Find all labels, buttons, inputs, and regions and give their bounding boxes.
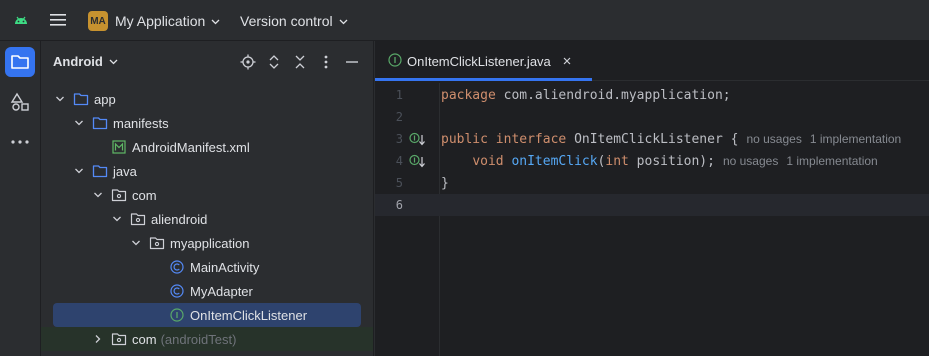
chevron-down-icon[interactable] [55, 94, 65, 104]
project-badge: MA [88, 11, 108, 31]
chevron-down-icon[interactable] [74, 166, 84, 176]
tree-item-java[interactable]: java [41, 159, 373, 183]
usages-hint[interactable]: no usages [746, 132, 801, 146]
code-text: } [441, 175, 449, 191]
line-number: 5 [395, 176, 403, 190]
tree-item-label: com [132, 187, 157, 203]
tree-item-label: OnItemClickListener [190, 307, 308, 323]
tree-item-myadapter[interactable]: MyAdapter [41, 279, 373, 303]
tab-onitemclicklistener[interactable]: OnItemClickListener.java [375, 41, 592, 81]
project-selector[interactable]: MA My Application [88, 10, 220, 32]
tab-label: OnItemClickListener.java [407, 53, 551, 69]
usages-hint[interactable]: no usages [723, 154, 778, 168]
more-tools-button[interactable] [5, 127, 35, 157]
folder-icon [92, 163, 108, 179]
editor-area: OnItemClickListener.java 1 package com.a… [374, 41, 929, 356]
tool-window-strip [0, 41, 41, 356]
class-icon [169, 283, 185, 299]
interface-icon [388, 52, 402, 70]
tree-item-label: aliendroid [151, 211, 208, 227]
expand-all-icon[interactable] [266, 54, 282, 70]
collapse-all-icon[interactable] [292, 54, 308, 70]
tree-item-label: MyAdapter [190, 283, 253, 299]
interface-icon [169, 307, 185, 323]
chevron-down-icon[interactable] [74, 118, 84, 128]
chevron-down-icon [109, 59, 118, 65]
tree-item-mainactivity[interactable]: MainActivity [41, 255, 373, 279]
tree-item-label: MainActivity [190, 259, 260, 275]
folder-icon [92, 115, 108, 131]
main-menu-icon[interactable] [49, 12, 67, 28]
code-line: 3 public interface OnItemClickListener {… [375, 128, 929, 150]
title-bar: MA My Application Version control [0, 0, 929, 41]
tree-item-label: AndroidManifest.xml [132, 139, 250, 155]
more-vertical-icon[interactable] [318, 54, 334, 70]
chevron-down-icon[interactable] [131, 238, 141, 248]
shapes-icon [10, 92, 29, 111]
line-number: 1 [395, 88, 403, 102]
project-name: My Application [115, 13, 206, 29]
code-text: public interface OnItemClickListener {no… [441, 131, 902, 147]
panel-title: Android [53, 54, 103, 69]
tree-item-com[interactable]: com [41, 183, 373, 207]
tree-item-label: manifests [113, 115, 169, 131]
tree-item-aliendroid[interactable]: aliendroid [41, 207, 373, 231]
tree-item-app[interactable]: app [41, 87, 373, 111]
tree-item-label: com [132, 331, 157, 347]
package-icon [111, 331, 127, 347]
editor-tab-bar: OnItemClickListener.java [375, 41, 929, 81]
chevron-down-icon[interactable] [112, 214, 122, 224]
line-number: 6 [395, 198, 403, 212]
more-horizontal-icon [11, 140, 29, 144]
tree-item-androidmanifest[interactable]: AndroidManifest.xml [41, 135, 373, 159]
implementations-hint[interactable]: 1 implementation [810, 132, 901, 146]
chevron-down-icon [211, 19, 220, 24]
code-text: void onItemClick(int position); no usages… [472, 153, 878, 169]
tree-item-com-androidtest[interactable]: com (androidTest) [41, 327, 373, 351]
android-icon[interactable] [12, 12, 30, 28]
code-text: package com.aliendroid.myapplication; [441, 87, 731, 103]
minimize-icon[interactable] [344, 54, 360, 70]
code-line: 1 package com.aliendroid.myapplication; [375, 84, 929, 106]
project-panel: Android app manifests AndroidManifest.xm… [41, 41, 373, 356]
tree-item-manifests[interactable]: manifests [41, 111, 373, 135]
tree-item-label: app [94, 91, 116, 107]
implementations-hint[interactable]: 1 implementation [786, 154, 877, 168]
project-tool-button[interactable] [5, 47, 35, 77]
line-number: 2 [395, 110, 403, 124]
active-tab-indicator [375, 78, 592, 81]
view-mode-selector[interactable]: Android [53, 54, 118, 69]
code-line-current: 6 [375, 194, 929, 216]
package-icon [111, 187, 127, 203]
implemented-gutter-icon[interactable] [409, 153, 427, 169]
code-line: 5 } [375, 172, 929, 194]
manifest-file-icon [111, 139, 127, 155]
chevron-down-icon [339, 19, 348, 24]
package-icon [149, 235, 165, 251]
close-icon[interactable] [561, 55, 573, 67]
resource-manager-button[interactable] [5, 87, 35, 117]
line-number: 3 [395, 132, 403, 146]
tree-item-label: java [113, 163, 137, 179]
locate-icon[interactable] [240, 54, 256, 70]
chevron-right-icon[interactable] [93, 334, 103, 344]
code-line: 4 void onItemClick(int position); no usag… [375, 150, 929, 172]
vcs-label: Version control [240, 13, 333, 29]
tree-item-myapplication[interactable]: myapplication [41, 231, 373, 255]
chevron-down-icon[interactable] [93, 190, 103, 200]
package-icon [130, 211, 146, 227]
version-control-selector[interactable]: Version control [240, 10, 348, 32]
folder-icon [73, 91, 89, 107]
panel-header: Android [41, 41, 373, 83]
implemented-gutter-icon[interactable] [409, 131, 427, 147]
line-number: 4 [395, 154, 403, 168]
code-line: 2 [375, 106, 929, 128]
tree-item-onitemclicklistener[interactable]: OnItemClickListener [53, 303, 361, 327]
tree-item-suffix: (androidTest) [160, 331, 237, 347]
class-icon [169, 259, 185, 275]
folder-icon [11, 55, 29, 69]
tree-item-label: myapplication [170, 235, 250, 251]
